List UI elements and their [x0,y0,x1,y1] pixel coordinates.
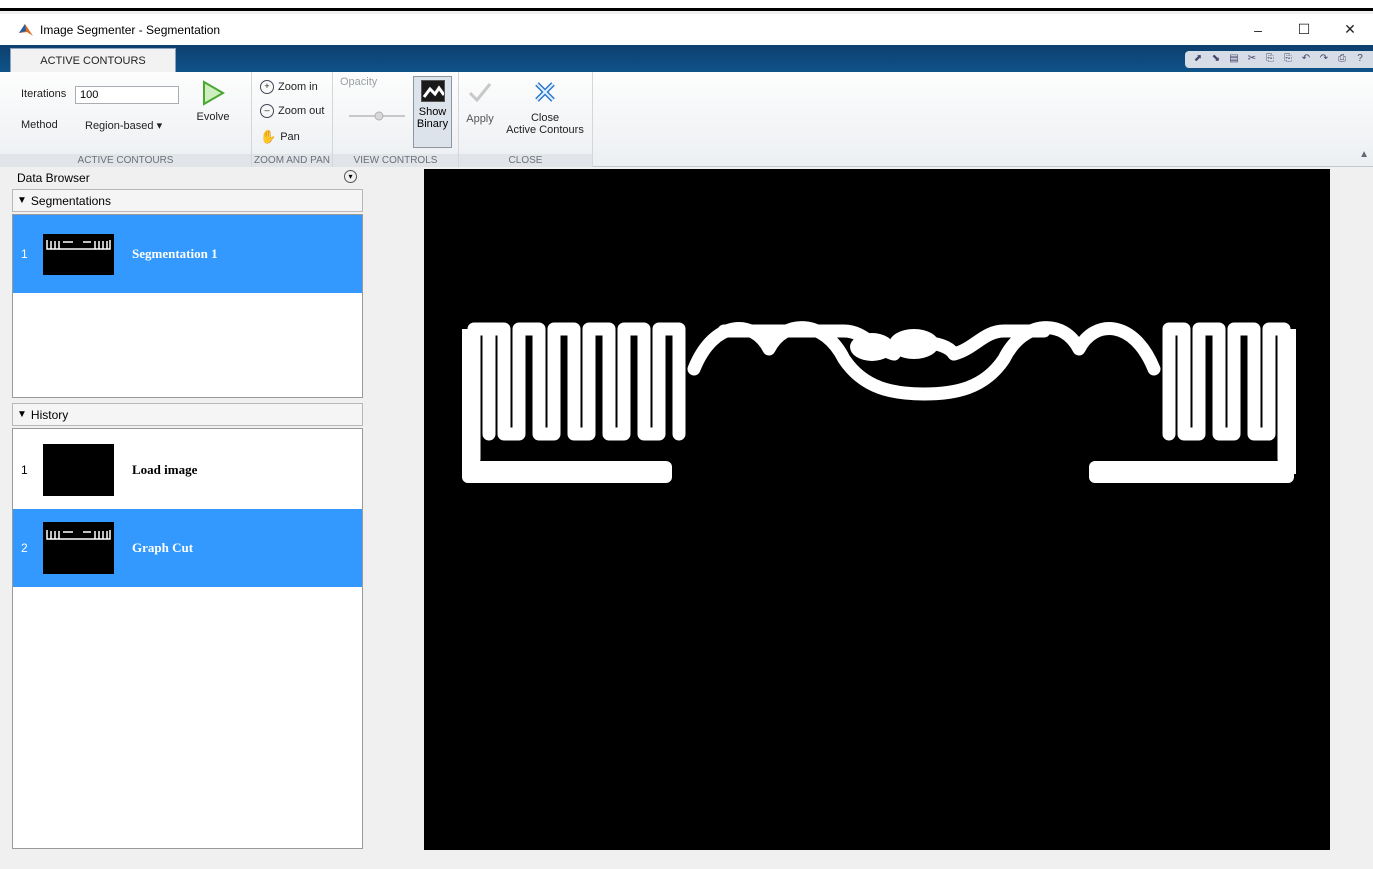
close-section: Apply Close Active Contours CLOSE [459,72,593,167]
active-contours-section: Iterations 100 Method Region-based ▾ Evo… [0,72,252,167]
window-controls: – ☐ ✕ [1235,14,1373,45]
close-active-contours-button[interactable]: Close Active Contours [501,80,589,136]
row-number: 1 [21,463,28,477]
expand-triangle-icon: ▼ [17,195,27,206]
history-header-label: History [30,407,69,422]
chevron-down-icon: ▾ [156,120,163,132]
data-browser-panel: Data Browser ▾ ▼ Segmentations 1 Segment… [9,168,365,850]
evolve-button[interactable]: Evolve [192,80,234,123]
segmentation-thumbnail [43,233,114,275]
binary-image-icon [420,80,445,102]
method-dropdown[interactable]: Region-based ▾ [85,119,162,132]
close-label-line1: Close [530,112,560,124]
zoom-pan-section-label: ZOOM AND PAN [252,154,332,167]
history-header[interactable]: ▼ History [12,403,363,426]
iterations-label: Iterations [21,88,67,100]
help-icon[interactable]: ? [1353,51,1367,65]
view-controls-section-label: VIEW CONTROLS [333,154,458,167]
evolve-label: Evolve [196,111,230,123]
ribbon-toolstrip: Iterations 100 Method Region-based ▾ Evo… [0,72,1373,167]
row-number: 1 [21,247,28,261]
zoom-pan-section: + Zoom in – Zoom out ✋ Pan ZOOM AND PAN [252,72,333,167]
top-strip [0,0,1373,11]
tab-bar: ACTIVE CONTOURS ⬈ ⬊ ▤ ✂ ⎘ ⎘ ↶ ↷ ⎙ ? [0,45,1373,72]
method-label: Method [21,119,58,131]
copy-icon[interactable]: ⎘ [1263,51,1277,65]
active-contours-section-label: ACTIVE CONTOURS [0,154,251,167]
history-thumbnail [43,444,114,496]
cut-icon[interactable]: ✂ [1245,51,1259,65]
close-window-button[interactable]: ✕ [1327,14,1373,45]
close-section-label: CLOSE [459,154,592,167]
title-bar: Image Segmenter - Segmentation – ☐ ✕ [0,14,1373,45]
export-icon[interactable]: ⬊ [1209,51,1223,65]
zoom-out-label: Zoom out [278,105,325,117]
close-label-line2: Active Contours [506,124,584,136]
row-number: 2 [21,541,28,555]
show-binary-line1: Show [418,106,447,118]
close-x-icon [535,82,555,102]
undock-icon[interactable]: ⬈ [1191,51,1205,65]
list-item[interactable]: 2 Graph Cut [13,509,362,587]
history-label: Load image [132,462,198,477]
checkmark-icon [468,83,492,103]
apply-button[interactable]: Apply [463,80,497,125]
zoom-in-label: Zoom in [278,81,318,93]
zoom-out-icon: – [260,104,274,118]
pan-label: Pan [280,131,300,143]
image-canvas-area [367,168,1373,850]
binary-mask-image [462,321,1296,483]
play-icon [203,80,225,106]
apply-label: Apply [466,113,494,125]
zoom-in-icon: + [260,80,274,94]
segmentations-header-label: Segmentations [30,193,111,208]
minimize-button[interactable]: – [1235,14,1281,45]
list-item[interactable]: 1 Segmentation 1 [13,215,362,293]
layout-icon[interactable]: ⎙ [1335,51,1349,65]
segmentation-label: Segmentation 1 [132,246,218,261]
maximize-button[interactable]: ☐ [1281,14,1327,45]
opacity-label: Opacity [340,76,378,88]
undo-icon[interactable]: ↶ [1299,51,1313,65]
segmentation-image[interactable] [424,169,1330,850]
tab-active-contours[interactable]: ACTIVE CONTOURS [10,48,176,72]
opacity-slider[interactable] [347,110,407,122]
panel-menu-icon[interactable]: ▾ [344,170,357,183]
matlab-logo-icon [19,23,33,36]
redo-icon[interactable]: ↷ [1317,51,1331,65]
method-value: Region-based [85,120,154,132]
collapse-ribbon-icon[interactable]: ▲ [1359,149,1369,160]
zoom-out-button[interactable]: – Zoom out [260,104,324,118]
segmentations-header[interactable]: ▼ Segmentations [12,189,363,212]
hand-icon: ✋ [260,129,277,144]
save-icon[interactable]: ▤ [1227,51,1241,65]
history-list: 1 Load image 2 Graph Cut [12,428,363,849]
segmentations-list: 1 Segmentation 1 [12,214,363,398]
history-label: Graph Cut [132,540,194,555]
expand-triangle-icon: ▼ [17,409,27,420]
history-thumbnail [43,522,114,574]
data-browser-header: Data Browser ▾ [9,168,365,187]
show-binary-line2: Binary [416,118,449,130]
iterations-input[interactable]: 100 [75,86,179,104]
zoom-in-button[interactable]: + Zoom in [260,80,318,94]
list-item[interactable]: 1 Load image [13,431,362,509]
data-browser-title: Data Browser [17,170,90,185]
pan-button[interactable]: ✋ Pan [260,129,300,145]
paste-icon[interactable]: ⎘ [1281,51,1295,65]
show-binary-button[interactable]: Show Binary [413,76,452,148]
quick-access-toolbar: ⬈ ⬊ ▤ ✂ ⎘ ⎘ ↶ ↷ ⎙ ? [1185,51,1373,68]
window-title: Image Segmenter - Segmentation [40,22,221,37]
